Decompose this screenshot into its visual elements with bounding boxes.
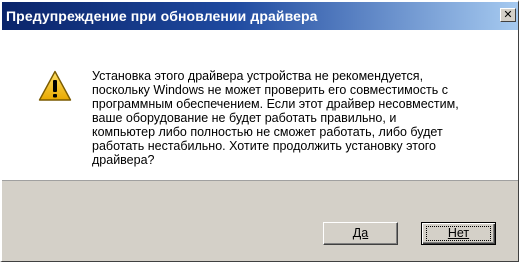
window-title: Предупреждение при обновлении драйвера bbox=[6, 8, 318, 24]
message-line: программным обеспечением. Если этот драй… bbox=[92, 97, 459, 111]
warning-icon bbox=[38, 70, 72, 101]
close-button[interactable]: ✕ bbox=[500, 8, 516, 22]
title-bar[interactable]: Предупреждение при обновлении драйвера ✕ bbox=[2, 2, 518, 30]
message-line: компьютер либо полностью не сможет работ… bbox=[92, 125, 443, 139]
focus-rectangle bbox=[426, 226, 491, 241]
message-area: Установка этого драйвера устройства не р… bbox=[2, 30, 518, 180]
dialog-window: Предупреждение при обновлении драйвера ✕… bbox=[0, 0, 519, 262]
message-line: Установка этого драйвера устройства не р… bbox=[92, 69, 424, 83]
button-bar: Да Нет bbox=[2, 180, 518, 261]
yes-button-label: Да bbox=[352, 226, 369, 240]
warning-message: Установка этого драйвера устройства не р… bbox=[92, 69, 512, 167]
message-line: работать нестабильно. Хотите продолжить … bbox=[92, 139, 437, 153]
no-button[interactable]: Нет bbox=[421, 222, 496, 245]
message-line: драйвера? bbox=[92, 153, 155, 167]
message-line: ваше оборудование не будет работать прав… bbox=[92, 111, 397, 125]
yes-button[interactable]: Да bbox=[323, 222, 398, 245]
message-line: поскольку Windows не может проверить его… bbox=[92, 83, 448, 97]
close-icon: ✕ bbox=[503, 9, 513, 21]
